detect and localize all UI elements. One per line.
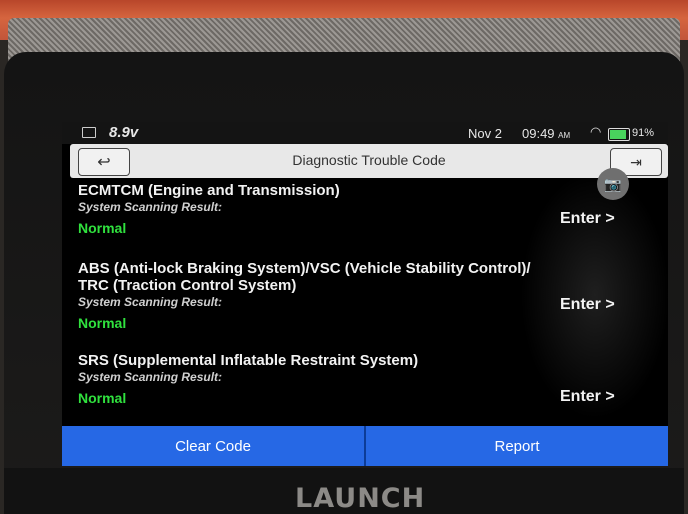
enter-button[interactable]: Enter > — [560, 388, 615, 406]
enter-button[interactable]: Enter > — [560, 296, 615, 314]
system-row[interactable]: ECMTCM (Engine and Transmission) System … — [62, 182, 668, 260]
page-title: Diagnostic Trouble Code — [292, 152, 446, 168]
battery-icon — [608, 128, 630, 141]
scan-result-label: System Scanning Result: — [78, 370, 223, 384]
status-time: 09:49 AM — [522, 126, 570, 141]
clear-code-button[interactable]: Clear Code — [62, 426, 364, 466]
battery-percent: 91% — [632, 127, 655, 139]
bottom-action-bar: Clear Code Report — [62, 426, 668, 466]
system-name: ECMTCM (Engine and Transmission) — [78, 182, 340, 199]
car-battery-icon — [82, 127, 96, 138]
system-name: SRS (Supplemental Inflatable Restraint S… — [78, 352, 419, 369]
report-button[interactable]: Report — [366, 426, 668, 466]
system-row[interactable]: ABS (Anti-lock Braking System)/VSC (Vehi… — [62, 260, 668, 352]
scan-status: Normal — [78, 315, 127, 331]
battery-voltage: 8.9v — [109, 124, 139, 141]
exit-icon: ⇥ — [630, 153, 642, 170]
status-time-value: 09:49 — [522, 126, 555, 141]
enter-button[interactable]: Enter > — [560, 210, 615, 228]
status-bar: 8.9v Nov 2 09:49 AM ◠ 91% — [62, 122, 668, 144]
device-screen: 8.9v Nov 2 09:49 AM ◠ 91% ↩ Diagnostic T… — [62, 122, 668, 466]
device-brand-logo: LAUNCH — [295, 483, 426, 514]
title-bar: ↩ Diagnostic Trouble Code ⇥ — [70, 144, 668, 178]
system-name: ABS (Anti-lock Braking System)/VSC (Vehi… — [78, 260, 531, 294]
status-time-suffix: AM — [558, 131, 571, 140]
system-list: ECMTCM (Engine and Transmission) System … — [62, 182, 668, 444]
wifi-icon: ◠ — [590, 124, 602, 139]
status-date: Nov 2 — [468, 126, 502, 141]
